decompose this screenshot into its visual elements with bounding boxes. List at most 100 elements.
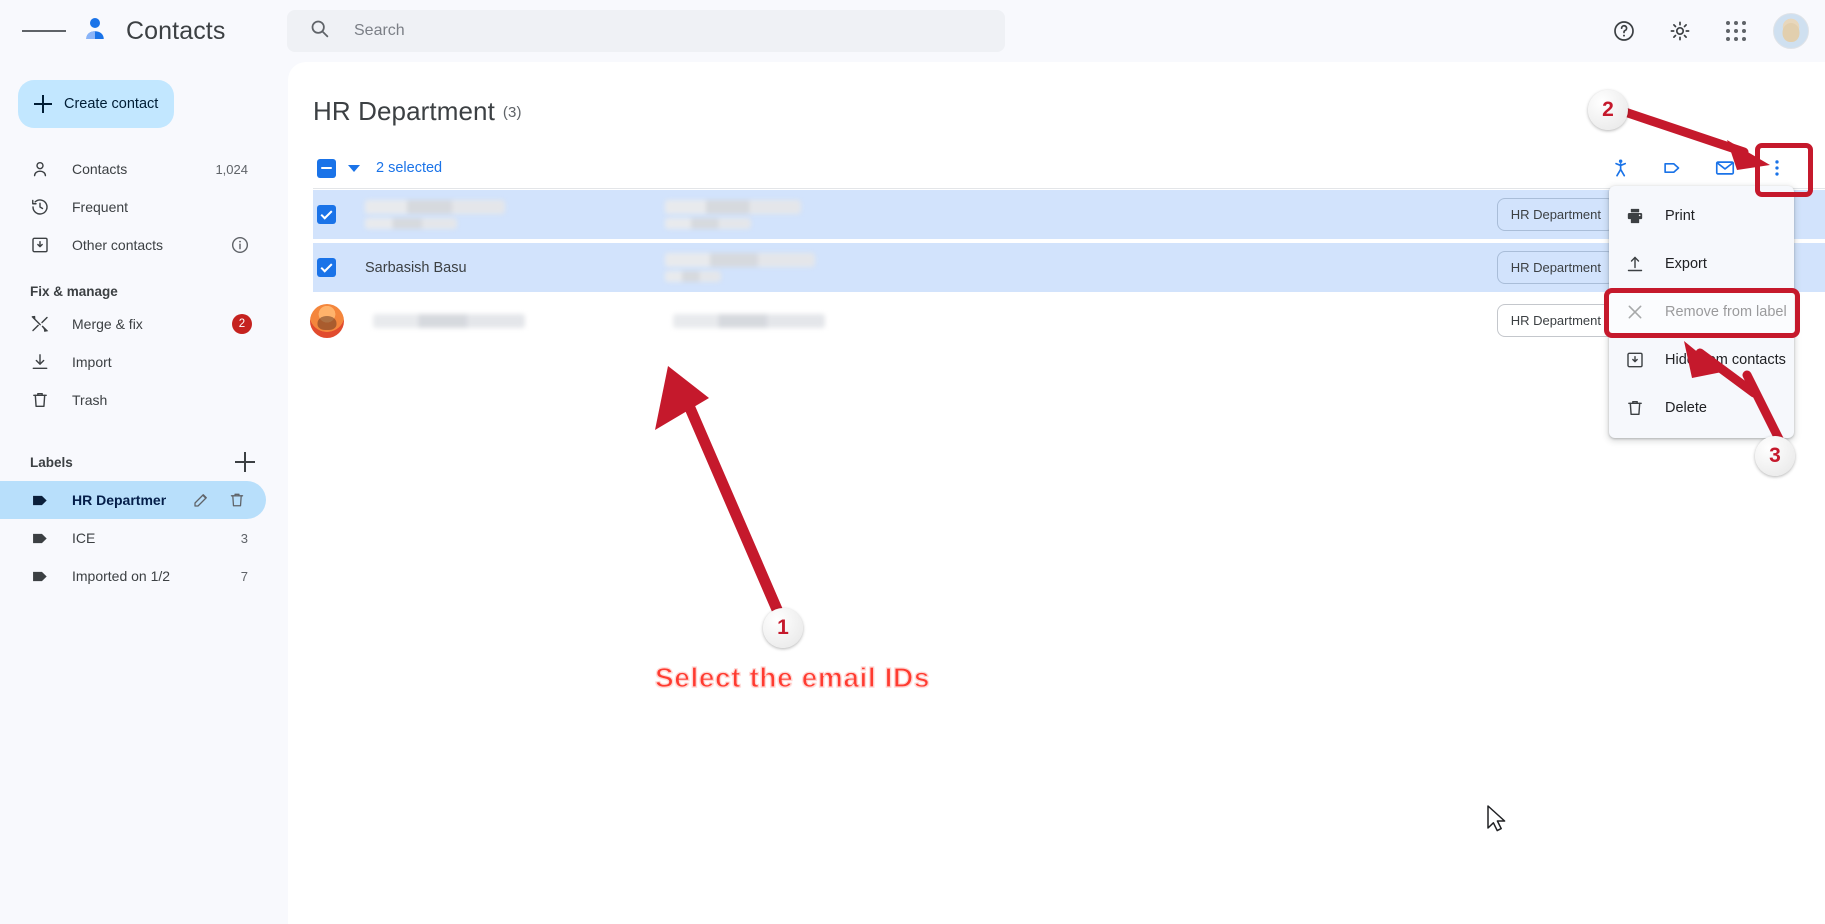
plus-icon xyxy=(34,95,52,113)
archive-down-icon xyxy=(1625,350,1645,370)
hamburger-menu-icon[interactable] xyxy=(22,9,67,53)
page-title-text: HR Department xyxy=(313,96,495,126)
row-checkbox[interactable] xyxy=(317,205,336,224)
page-title: HR Department (3) xyxy=(313,96,522,127)
info-icon[interactable] xyxy=(230,235,250,255)
sidebar-label-ice[interactable]: ICE 3 xyxy=(0,519,266,557)
contacts-list: HR Department Sarbasish Basu HR Departme… xyxy=(310,190,1825,345)
sidebar-section-title: Fix & manage xyxy=(30,284,118,299)
more-options-menu: Print Export Remove from label Hide from… xyxy=(1609,186,1794,438)
menu-item-label: Print xyxy=(1665,208,1695,224)
main-content-panel: HR Department (3) 2 selected HR Departme… xyxy=(288,62,1825,924)
menu-item-label: Delete xyxy=(1665,400,1707,416)
contact-email-redacted xyxy=(665,253,995,282)
sidebar-label-count: 3 xyxy=(240,530,248,546)
table-row[interactable]: Sarbasish Basu HR Department xyxy=(313,243,1825,292)
sidebar-labels-list: HR Department ICE 3 Imported on 1/2 7 xyxy=(0,481,288,595)
person-icon xyxy=(30,159,50,179)
contacts-app: Contacts Search Create contact Contacts … xyxy=(0,0,1825,924)
labels-title: Labels xyxy=(30,454,73,470)
search-input[interactable] xyxy=(354,22,954,40)
close-x-icon xyxy=(1625,302,1645,322)
contact-name-redacted xyxy=(365,200,665,229)
contact-label-chip[interactable]: HR Department xyxy=(1496,197,1615,231)
search-bar[interactable] xyxy=(287,10,1005,52)
sidebar-item-label: Import xyxy=(72,354,112,370)
contact-label-chip[interactable]: HR Department xyxy=(1496,303,1615,337)
contact-label-chip[interactable]: HR Department xyxy=(1496,250,1615,284)
contacts-logo-icon xyxy=(80,14,110,49)
sidebar-item-label: Merge & fix xyxy=(72,316,143,332)
merge-contacts-icon[interactable] xyxy=(1601,148,1641,188)
sidebar-label-hr-department[interactable]: HR Department xyxy=(0,481,266,519)
sidebar-item-other-contacts[interactable]: Other contacts xyxy=(0,226,266,264)
send-email-icon[interactable] xyxy=(1705,148,1745,188)
selection-count-label: 2 selected xyxy=(376,160,443,176)
printer-icon xyxy=(1625,206,1645,226)
menu-item-remove-from-label[interactable]: Remove from label xyxy=(1609,288,1794,336)
sidebar-item-count: 1,024 xyxy=(215,161,248,177)
selection-actions xyxy=(1601,148,1797,188)
menu-item-print[interactable]: Print xyxy=(1609,192,1794,240)
menu-item-hide-from-contacts[interactable]: Hide from contacts xyxy=(1609,336,1794,384)
row-checkbox[interactable] xyxy=(317,258,336,277)
apps-grid-icon[interactable] xyxy=(1713,8,1759,54)
menu-item-label: Hide from contacts xyxy=(1665,352,1786,368)
selection-toolbar: 2 selected xyxy=(313,150,1805,186)
account-avatar[interactable] xyxy=(1773,13,1809,49)
menu-item-label: Export xyxy=(1665,256,1707,272)
chip-label: HR Department xyxy=(1496,250,1615,284)
history-icon xyxy=(30,197,50,217)
menu-item-label: Remove from label xyxy=(1665,304,1787,320)
chevron-down-icon[interactable] xyxy=(348,164,360,172)
trash-icon xyxy=(30,390,50,410)
avatar[interactable] xyxy=(310,303,344,338)
sidebar-label-text: HR Department xyxy=(72,492,166,508)
plus-icon xyxy=(235,452,255,472)
chip-label: HR Department xyxy=(1496,303,1615,337)
help-icon[interactable] xyxy=(1601,8,1647,54)
contact-name: Sarbasish Basu xyxy=(365,259,467,276)
menu-item-export[interactable]: Export xyxy=(1609,240,1794,288)
label-actions xyxy=(188,487,250,513)
sidebar-item-label: Other contacts xyxy=(72,237,164,253)
sidebar-item-merge-and-fix[interactable]: Merge & fix 2 xyxy=(0,305,266,343)
sidebar-label-text: Imported on 1/2 xyxy=(72,568,171,584)
label-tag-icon xyxy=(30,566,50,586)
labels-section-header: Labels xyxy=(0,443,288,481)
sidebar-item-import[interactable]: Import xyxy=(0,343,266,381)
search-icon xyxy=(309,18,330,44)
pencil-icon[interactable] xyxy=(188,487,214,513)
app-brand[interactable]: Contacts xyxy=(80,14,225,49)
merge-fix-badge: 2 xyxy=(232,314,252,334)
label-tag-icon xyxy=(30,528,50,548)
sidebar-label-imported[interactable]: Imported on 1/2 7 xyxy=(0,557,266,595)
sidebar-item-label: Frequent xyxy=(72,199,129,215)
app-title: Contacts xyxy=(126,16,226,45)
menu-item-delete[interactable]: Delete xyxy=(1609,384,1794,432)
create-contact-label: Create contact xyxy=(64,96,159,112)
chip-label: HR Department xyxy=(1496,197,1615,231)
top-app-bar: Contacts xyxy=(0,0,1825,62)
sidebar-label-text: ICE xyxy=(72,530,96,546)
select-all-checkbox[interactable] xyxy=(317,158,336,178)
create-contact-button[interactable]: Create contact xyxy=(18,80,174,128)
sidebar-item-contacts[interactable]: Contacts 1,024 xyxy=(0,150,266,188)
create-label-button[interactable] xyxy=(230,447,260,477)
trash-icon[interactable] xyxy=(224,487,250,513)
gear-icon[interactable] xyxy=(1657,8,1703,54)
table-row[interactable]: HR Department xyxy=(310,296,1825,345)
top-bar-actions xyxy=(1601,8,1809,54)
toolbar-divider xyxy=(313,188,1825,189)
archive-down-icon xyxy=(30,235,50,255)
merge-tools-icon xyxy=(30,314,50,334)
sidebar-item-label: Trash xyxy=(72,392,108,408)
sidebar-label-count: 7 xyxy=(240,568,248,584)
more-options-icon[interactable] xyxy=(1757,148,1797,188)
import-download-icon xyxy=(30,352,50,372)
table-row[interactable]: HR Department xyxy=(313,190,1825,239)
sidebar-item-trash[interactable]: Trash xyxy=(0,381,266,419)
sidebar: Create contact Contacts 1,024 Frequent O… xyxy=(0,62,288,924)
sidebar-item-frequent[interactable]: Frequent xyxy=(0,188,266,226)
manage-labels-icon[interactable] xyxy=(1653,148,1693,188)
